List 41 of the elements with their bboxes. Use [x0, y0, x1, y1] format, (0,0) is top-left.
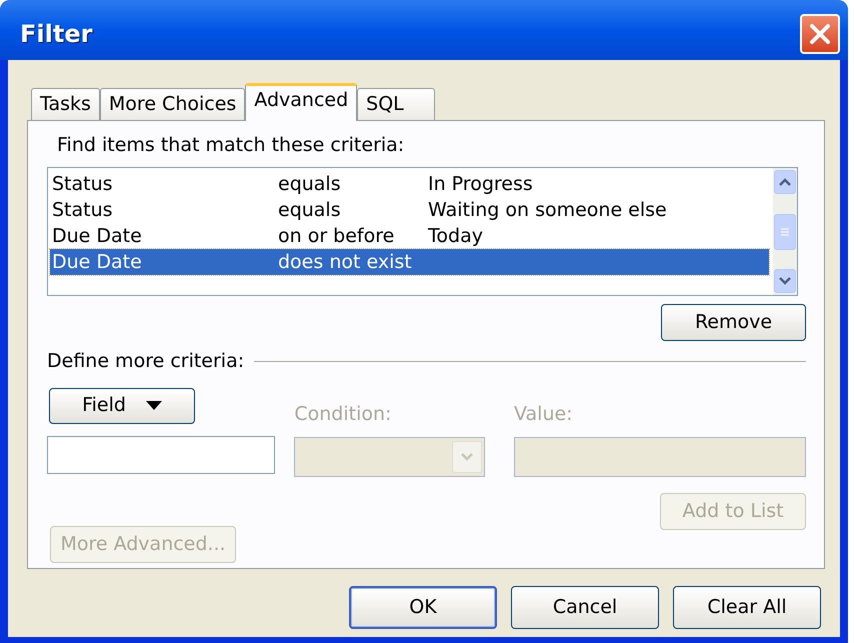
field-text: Due Date [52, 250, 143, 275]
value-input[interactable] [514, 436, 806, 476]
criteria-label: Find items that match these criteria: [57, 133, 406, 157]
close-icon [809, 23, 831, 45]
condition-label: Condition: [294, 402, 392, 426]
field-button[interactable]: Field [49, 388, 195, 424]
value-text: Waiting on someone else [428, 198, 667, 223]
remove-button[interactable]: Remove [661, 304, 806, 341]
criteria-row[interactable]: Status equals In Progress [50, 171, 769, 197]
tab[interactable]: More Choices [100, 88, 246, 120]
value-label: Value: [514, 402, 574, 426]
chevron-up-icon [779, 178, 791, 186]
field-text: Status [52, 172, 114, 197]
condition-text: equals [278, 198, 342, 223]
condition-text: equals [278, 172, 342, 197]
criteria-row[interactable]: Due Date on or before Today [50, 223, 769, 249]
condition-text: does not exist [278, 250, 413, 275]
scroll-down-button[interactable] [774, 269, 796, 293]
field-text: Due Date [52, 224, 143, 249]
dialog-button[interactable]: Clear All [673, 586, 821, 629]
chevron-down-icon [461, 452, 474, 460]
dialog-button[interactable]: OK [349, 586, 497, 629]
scroll-thumb[interactable] [774, 214, 796, 250]
tab[interactable]: SQL [357, 88, 436, 120]
window-title: Filter [20, 19, 92, 50]
condition-text: on or before [278, 224, 396, 249]
criteria-row[interactable]: Status equals Waiting on someone else [50, 197, 769, 223]
tab[interactable]: Tasks [31, 88, 100, 120]
dialog-button[interactable]: Cancel [511, 586, 659, 629]
define-label: Define more criteria: [47, 349, 244, 374]
field-text: Status [52, 198, 114, 223]
value-text: In Progress [428, 172, 533, 197]
close-button[interactable] [800, 14, 840, 54]
tab[interactable]: Advanced [245, 83, 358, 121]
criteria-row[interactable]: Due Date does not exist [50, 249, 769, 275]
scroll-up-button[interactable] [774, 170, 796, 194]
dropdown-arrow-icon [146, 401, 162, 410]
field-input[interactable] [47, 436, 275, 474]
chevron-down-icon [779, 277, 791, 285]
condition-dropdown[interactable] [294, 436, 486, 476]
value-text: Today [428, 224, 483, 249]
